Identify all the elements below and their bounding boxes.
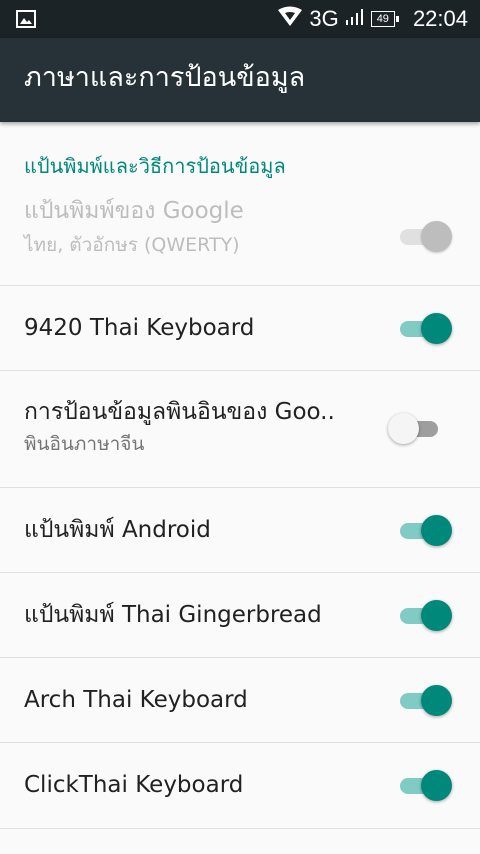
toggle-thumb xyxy=(388,413,419,444)
keyboard-toggle-android[interactable] xyxy=(396,513,452,547)
settings-list: แป้นพิมพ์และวิธีการป้อนข้อมูล แป้นพิมพ์ข… xyxy=(0,122,480,829)
page-title: ภาษาและการป้อนข้อมูล xyxy=(24,62,306,93)
toggle-thumb xyxy=(421,770,452,801)
toggle-thumb xyxy=(421,685,452,716)
keyboard-item-google[interactable]: แป้นพิมพ์ของ Google ไทย, ตัวอักษร (QWERT… xyxy=(0,196,480,286)
toggle-thumb xyxy=(421,313,452,344)
keyboard-toggle-9420[interactable] xyxy=(396,311,452,345)
keyboard-item-clickthai[interactable]: ClickThai Keyboard xyxy=(0,743,480,829)
toggle-thumb xyxy=(421,600,452,631)
clock: 22:04 xyxy=(412,6,468,31)
signal-icon xyxy=(345,8,365,30)
keyboard-label: แป้นพิมพ์ของ Google xyxy=(24,198,244,224)
keyboard-item-pinyin[interactable]: การป้อนข้อมูลพินอินของ Goo.. พินอินภาษาจ… xyxy=(0,371,480,488)
keyboard-summary: พินอินภาษาจีน xyxy=(24,433,145,455)
keyboard-toggle-arch-thai[interactable] xyxy=(396,683,452,717)
section-header: แป้นพิมพ์และวิธีการป้อนข้อมูล xyxy=(24,154,286,178)
keyboard-toggle-pinyin[interactable] xyxy=(388,411,444,445)
keyboard-toggle-clickthai[interactable] xyxy=(396,768,452,802)
keyboard-label: การป้อนข้อมูลพินอินของ Goo.. xyxy=(24,399,335,425)
battery-icon: 49 xyxy=(370,11,400,27)
keyboard-label: แป้นพิมพ์ Android xyxy=(24,517,211,543)
keyboard-label: แป้นพิมพ์ Thai Gingerbread xyxy=(24,602,322,628)
keyboard-label: 9420 Thai Keyboard xyxy=(24,315,255,341)
keyboard-item-9420[interactable]: 9420 Thai Keyboard xyxy=(0,286,480,371)
keyboard-item-android[interactable]: แป้นพิมพ์ Android xyxy=(0,488,480,573)
keyboard-label: Arch Thai Keyboard xyxy=(24,687,248,713)
keyboard-toggle-thai-gingerbread[interactable] xyxy=(396,598,452,632)
status-bar: 3G 49 22:04 xyxy=(0,0,480,38)
network-type: 3G xyxy=(309,6,339,31)
keyboard-item-thai-gingerbread[interactable]: แป้นพิมพ์ Thai Gingerbread xyxy=(0,573,480,658)
toggle-thumb xyxy=(421,515,452,546)
app-bar: ภาษาและการป้อนข้อมูล xyxy=(0,38,480,122)
keyboard-toggle-google[interactable] xyxy=(396,219,452,253)
image-notification-icon xyxy=(16,10,36,28)
keyboard-label: ClickThai Keyboard xyxy=(24,772,244,798)
keyboard-item-arch-thai[interactable]: Arch Thai Keyboard xyxy=(0,658,480,743)
toggle-thumb xyxy=(421,221,452,252)
keyboard-summary: ไทย, ตัวอักษร (QWERTY) xyxy=(24,234,240,256)
wifi-signal-icon xyxy=(277,6,303,32)
